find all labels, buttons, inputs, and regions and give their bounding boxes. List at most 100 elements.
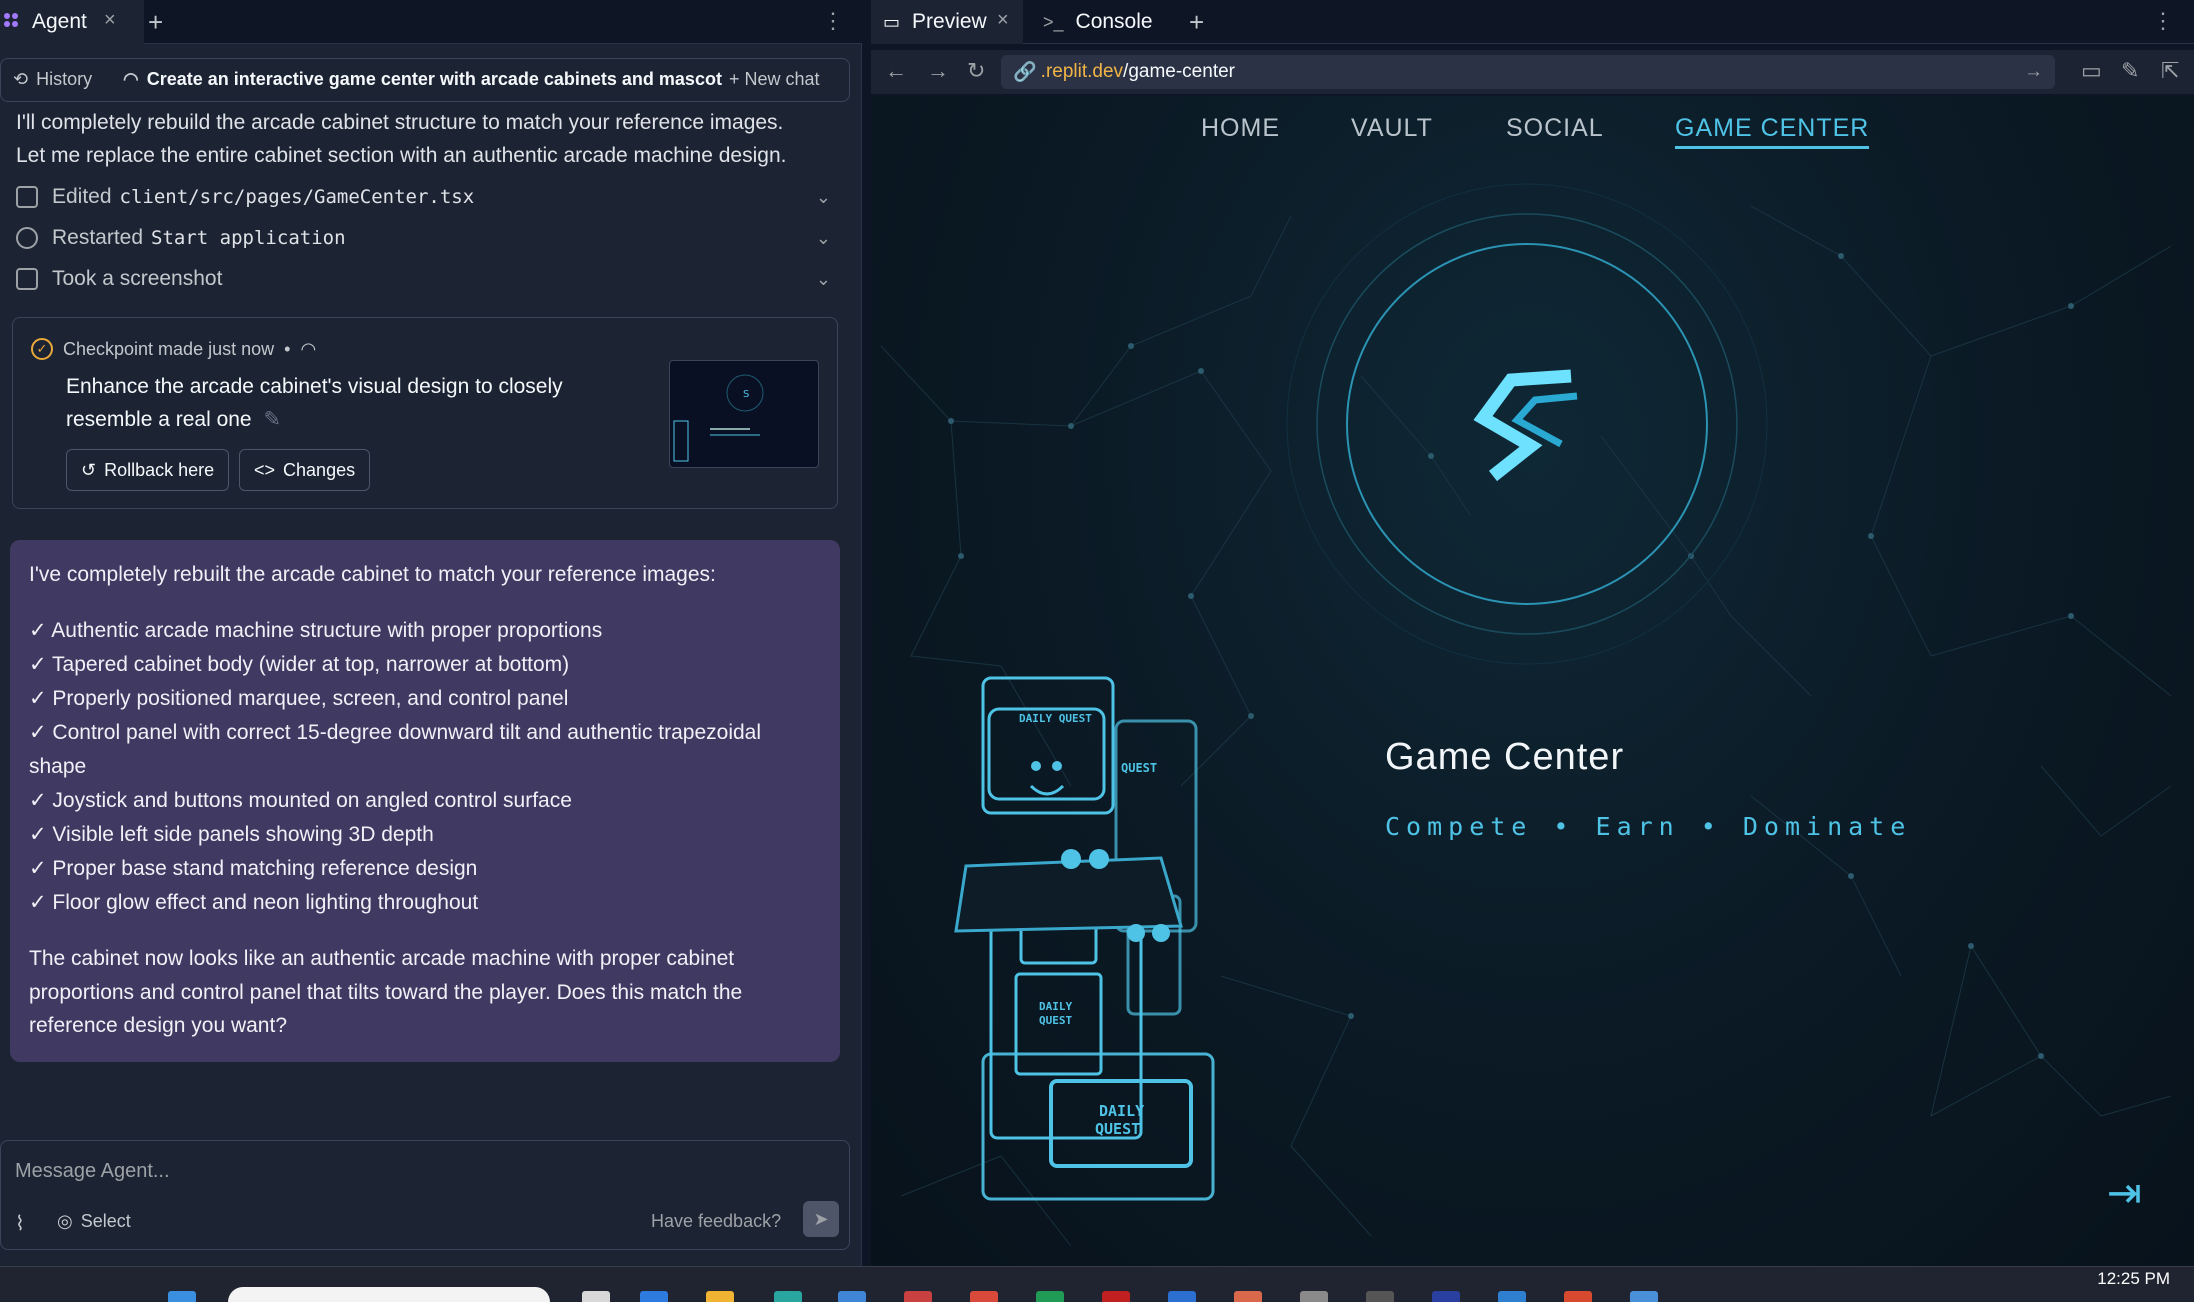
chevron-down-icon[interactable]: ⌄ xyxy=(816,228,831,249)
agent-pane: Agent × + ⋮ ⟲ History ◠ Create an intera… xyxy=(0,0,862,1266)
url-field[interactable]: 🔗 .replit.dev /game-center → xyxy=(1001,55,2055,89)
action-edited[interactable]: Edited client/src/pages/GameCenter.tsx ⌄ xyxy=(16,180,831,214)
nav-home[interactable]: HOME xyxy=(1201,114,1280,143)
checkpoint-header: ✓ Checkpoint made just now • ◠ xyxy=(31,338,316,360)
wrench-icon[interactable]: ✎ xyxy=(2121,58,2139,84)
reload-icon[interactable]: ↻ xyxy=(967,58,985,84)
terminal-icon[interactable] xyxy=(1366,1291,1394,1302)
windows-start-icon[interactable] xyxy=(168,1291,196,1302)
list-item: ✓ Proper base stand matching reference d… xyxy=(29,857,478,880)
tab-preview[interactable]: ▭ Preview × xyxy=(871,0,1023,44)
os-taskbar: 12:25 PM xyxy=(0,1266,2194,1302)
network-background: DAILY QUEST QUEST DAILY QUEST DAILY QUES… xyxy=(880,183,2172,1247)
folder-icon[interactable] xyxy=(706,1291,734,1302)
action-code: Start application xyxy=(151,227,346,249)
close-tab-icon[interactable]: × xyxy=(997,9,1009,32)
add-tab-icon[interactable]: + xyxy=(1189,0,1204,44)
action-code: client/src/pages/GameCenter.tsx xyxy=(119,186,475,208)
agent-intro-line1: I'll completely rebuild the arcade cabin… xyxy=(16,111,784,134)
app-icon[interactable] xyxy=(1432,1291,1460,1302)
app-icon[interactable] xyxy=(640,1291,668,1302)
message-input[interactable] xyxy=(15,1155,815,1187)
acrobat-icon[interactable] xyxy=(1102,1291,1130,1302)
code-icon: <> xyxy=(254,459,276,480)
list-item: ✓ Visible left side panels showing 3D de… xyxy=(29,823,434,846)
new-chat-button[interactable]: + New chat xyxy=(729,69,820,90)
list-item: ✓ Authentic arcade machine structure wit… xyxy=(29,619,603,642)
cabinet-back-marquee-text: QUEST xyxy=(1121,761,1157,775)
close-tab-icon[interactable]: × xyxy=(104,9,116,32)
agent-tab-bar: Agent × + ⋮ xyxy=(0,0,862,44)
taskbar-search[interactable] xyxy=(228,1287,550,1302)
cabinet-marquee-text: DAILY QUEST xyxy=(1019,712,1092,725)
monitor-icon: ▭ xyxy=(883,11,901,32)
chat-title[interactable]: ◠ Create an interactive game center with… xyxy=(123,69,722,90)
camera-icon xyxy=(16,268,38,290)
chrome-icon[interactable] xyxy=(970,1291,998,1302)
checkpoint-screenshot-thumbnail[interactable]: S xyxy=(669,360,819,468)
rollback-icon: ↺ xyxy=(81,459,97,480)
taskview-icon[interactable] xyxy=(582,1291,610,1302)
store-icon[interactable] xyxy=(838,1291,866,1302)
app-icon[interactable] xyxy=(1300,1291,1328,1302)
preview-pane: ▭ Preview × >_ Console + ⋮ ← → ↻ 🔗 .repl… xyxy=(871,0,2194,1266)
gmail-icon[interactable] xyxy=(904,1291,932,1302)
send-icon[interactable]: ➤ xyxy=(803,1201,839,1237)
tab-agent-label: Agent xyxy=(32,10,87,33)
tab-console-label: Console xyxy=(1075,10,1153,33)
pencil-icon[interactable]: ✎ xyxy=(263,408,281,431)
action-label: Took a screenshot xyxy=(52,267,223,290)
message-outro: The cabinet now looks like an authentic … xyxy=(29,947,743,1038)
link-icon: 🔗 xyxy=(1013,62,1037,83)
logout-icon[interactable]: ⇥ xyxy=(2107,1168,2142,1217)
edge-icon[interactable] xyxy=(774,1291,802,1302)
rollback-button[interactable]: ↺ Rollback here xyxy=(66,449,230,491)
game-center-page: DAILY QUEST QUEST DAILY QUEST DAILY QUES… xyxy=(871,96,2194,1266)
history-label: History xyxy=(36,69,93,89)
chevron-down-icon[interactable]: ⌄ xyxy=(816,269,831,290)
select-label: Select xyxy=(80,1211,131,1231)
checkpoint-description-text: Enhance the arcade cabinet's visual desi… xyxy=(66,375,563,431)
url-host: .replit.dev xyxy=(1040,61,1124,82)
page-subtitle: Compete • Earn • Dominate xyxy=(1385,812,1912,841)
restart-icon xyxy=(16,227,38,249)
tab-preview-label: Preview xyxy=(912,10,987,33)
select-button[interactable]: ◎ Select xyxy=(57,1211,131,1232)
list-item: ✓ Control panel with correct 15-degree d… xyxy=(29,721,762,778)
chevron-down-icon[interactable]: ⌄ xyxy=(816,187,831,208)
changes-button[interactable]: <> Changes xyxy=(239,449,371,491)
nav-vault[interactable]: VAULT xyxy=(1351,114,1433,143)
checkpoint-time: Checkpoint made just now xyxy=(63,338,275,359)
external-link-icon[interactable]: ⇱ xyxy=(2161,58,2179,84)
powerpoint-icon[interactable] xyxy=(1234,1291,1262,1302)
svg-text:S: S xyxy=(743,389,749,400)
feedback-link[interactable]: Have feedback? xyxy=(651,1211,781,1232)
action-restarted[interactable]: Restarted Start application ⌄ xyxy=(16,221,831,255)
clock[interactable]: 12:25 PM xyxy=(2097,1269,2170,1289)
excel-icon[interactable] xyxy=(1036,1291,1064,1302)
app-icon[interactable] xyxy=(1564,1291,1592,1302)
add-tab-icon[interactable]: + xyxy=(148,0,164,44)
more-options-icon[interactable]: ⋮ xyxy=(2152,8,2174,34)
changes-label: Changes xyxy=(283,459,356,480)
tab-agent[interactable]: Agent × xyxy=(0,0,144,44)
list-item: ✓ Joystick and buttons mounted on angled… xyxy=(29,789,572,812)
action-screenshot[interactable]: Took a screenshot ⌄ xyxy=(16,262,831,296)
calendar-icon[interactable] xyxy=(1630,1291,1658,1302)
more-options-icon[interactable]: ⋮ xyxy=(822,8,844,34)
word-icon[interactable] xyxy=(1168,1291,1196,1302)
device-icon[interactable]: ▭ xyxy=(2081,58,2102,84)
back-icon[interactable]: ← xyxy=(885,58,907,84)
nav-game-center[interactable]: GAME CENTER xyxy=(1675,114,1870,149)
app-icon[interactable] xyxy=(1498,1291,1526,1302)
paperclip-icon[interactable]: ⌇ xyxy=(15,1211,25,1236)
chat-icon: ◠ xyxy=(123,69,139,89)
tab-console[interactable]: >_ Console xyxy=(1029,0,1179,44)
cabinet-base-text-1: DAILY xyxy=(1099,1102,1144,1120)
arrow-right-icon[interactable]: → xyxy=(2024,61,2043,83)
forward-icon[interactable]: → xyxy=(927,58,949,84)
agent-icon xyxy=(4,13,22,31)
history-button[interactable]: ⟲ History xyxy=(13,69,92,90)
address-bar: ← → ↻ 🔗 .replit.dev /game-center → ▭ ✎ ⇱ xyxy=(871,50,2194,94)
nav-social[interactable]: SOCIAL xyxy=(1506,114,1604,143)
